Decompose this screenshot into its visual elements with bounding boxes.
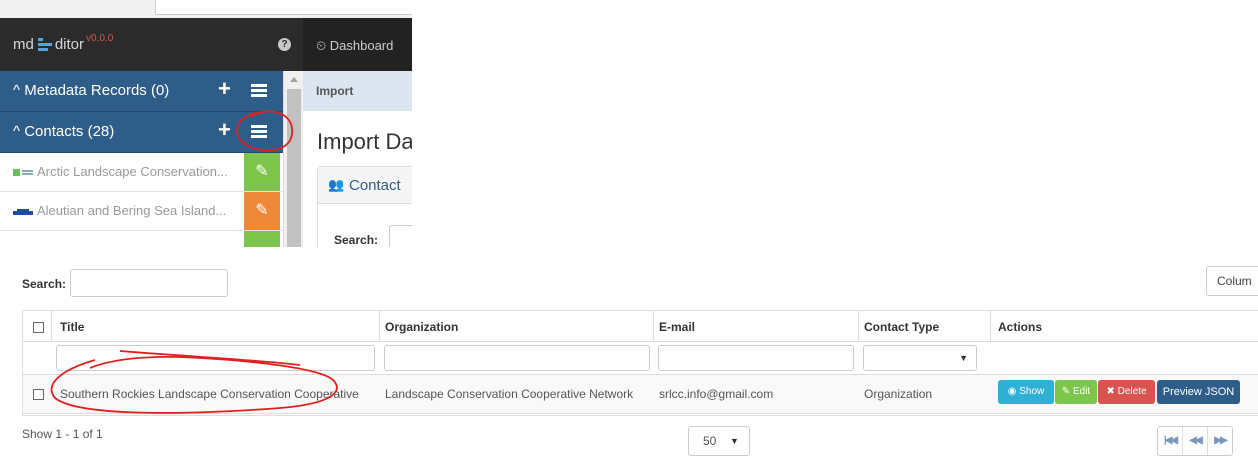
main-content: ⏲ Dashboard Import Import Da 👥 Contact S… bbox=[303, 18, 412, 247]
cell-title: Southern Rockies Landscape Conservation … bbox=[60, 387, 359, 401]
logo-bars-icon bbox=[37, 38, 52, 51]
logo-suffix: ditor bbox=[54, 36, 85, 53]
edit-button[interactable]: ✎ Edit bbox=[1055, 380, 1097, 404]
scroll-up-arrow-icon[interactable] bbox=[290, 77, 298, 82]
edit-pencil-icon[interactable]: ✎ bbox=[244, 153, 280, 191]
section-label: ^ Contacts (28) bbox=[13, 123, 115, 140]
email-filter-input[interactable] bbox=[658, 345, 854, 371]
chevron-up-icon: ^ bbox=[13, 82, 21, 99]
table-search-input[interactable] bbox=[70, 269, 228, 297]
users-icon: 👥 bbox=[328, 177, 345, 192]
contact-thumbnail-icon bbox=[13, 209, 33, 215]
dashboard-gauge-icon: ⏲ bbox=[316, 38, 327, 53]
table-header-row: Title Organization E-mail Contact Type A… bbox=[23, 311, 1258, 342]
preview-json-button[interactable]: Preview JSON bbox=[1157, 380, 1240, 404]
help-icon[interactable]: ? bbox=[278, 38, 291, 51]
address-bar[interactable] bbox=[155, 0, 412, 15]
sidebar-section-contacts[interactable]: ^ Contacts (28) + bbox=[0, 112, 283, 153]
app-logo[interactable]: md ditor v0.0.0 bbox=[13, 33, 114, 53]
breadcrumb-item[interactable]: Import bbox=[316, 84, 353, 98]
column-header-organization[interactable]: Organization bbox=[385, 320, 458, 334]
page-size-select[interactable]: 50 ▼ bbox=[688, 426, 750, 456]
contacts-panel: 👥 Contact Search: bbox=[317, 166, 412, 247]
column-header-email[interactable]: E-mail bbox=[659, 320, 695, 334]
top-screenshot-crop: md ditor v0.0.0 ? ^ Metadata Records (0)… bbox=[0, 0, 412, 247]
bottom-screenshot-crop: Search: Colum Title Organization E-mail … bbox=[0, 262, 1258, 459]
pagination-controls: |◀◀ ◀◀ ▶▶ bbox=[1157, 426, 1233, 456]
chevron-down-icon: ▼ bbox=[730, 436, 739, 446]
row-checkbox[interactable] bbox=[33, 389, 44, 400]
eye-icon: ◉ bbox=[1007, 386, 1017, 397]
logo-prefix: md bbox=[13, 36, 34, 53]
sidebar-contact-item[interactable]: Arctic Landscape Conservation... ✎ bbox=[0, 153, 283, 192]
column-header-contact-type[interactable]: Contact Type bbox=[864, 320, 939, 334]
table-filter-row: ▼ bbox=[23, 342, 1258, 375]
chevron-down-icon: ▼ bbox=[959, 353, 968, 363]
browser-toolbar bbox=[0, 0, 412, 19]
panel-heading: 👥 Contact bbox=[318, 167, 412, 204]
page-size-value: 50 bbox=[703, 434, 717, 448]
table-row[interactable]: Southern Rockies Landscape Conservation … bbox=[23, 375, 1258, 414]
pagination-info: Show 1 - 1 of 1 bbox=[22, 427, 103, 441]
page-title: Import Da bbox=[317, 129, 412, 154]
search-input[interactable] bbox=[389, 225, 412, 247]
close-icon: ✖ bbox=[1106, 386, 1115, 397]
list-contacts-button[interactable] bbox=[235, 115, 267, 147]
contact-label: Aleutian and Bering Sea Island... bbox=[37, 203, 227, 218]
nav-dashboard-link[interactable]: ⏲ Dashboard bbox=[316, 38, 393, 54]
select-all-checkbox[interactable] bbox=[33, 322, 44, 333]
contacts-table: Title Organization E-mail Contact Type A… bbox=[22, 310, 1258, 416]
organization-filter-input[interactable] bbox=[384, 345, 650, 371]
sidebar: md ditor v0.0.0 ? ^ Metadata Records (0)… bbox=[0, 18, 304, 247]
list-records-button[interactable] bbox=[251, 84, 267, 99]
add-record-button[interactable]: + bbox=[218, 78, 231, 100]
sidebar-section-metadata-records[interactable]: ^ Metadata Records (0) + bbox=[0, 71, 283, 112]
app-version: v0.0.0 bbox=[86, 33, 114, 44]
next-page-icon[interactable]: ▶▶ bbox=[1208, 427, 1232, 455]
sidebar-header: md ditor v0.0.0 ? bbox=[0, 18, 303, 71]
column-header-title[interactable]: Title bbox=[60, 320, 84, 334]
table-search-label: Search: bbox=[22, 277, 67, 291]
contact-type-filter-select[interactable]: ▼ bbox=[863, 345, 977, 371]
title-filter-input[interactable] bbox=[56, 345, 375, 371]
breadcrumb: Import bbox=[303, 71, 412, 111]
first-page-icon[interactable]: |◀◀ bbox=[1158, 427, 1183, 455]
cell-organization: Landscape Conservation Cooperative Netwo… bbox=[385, 387, 634, 401]
search-label: Search: bbox=[334, 233, 379, 247]
sidebar-contact-item[interactable]: Aleutian and Bering Sea Island... ✎ bbox=[0, 192, 283, 231]
top-navbar: ⏲ Dashboard bbox=[303, 18, 412, 71]
chevron-up-icon: ^ bbox=[13, 123, 21, 140]
panel-title: Contact bbox=[349, 177, 401, 194]
sidebar-scrollbar[interactable] bbox=[283, 71, 304, 247]
columns-button[interactable]: Colum bbox=[1206, 266, 1258, 296]
scroll-thumb[interactable] bbox=[287, 89, 301, 247]
pencil-icon: ✎ bbox=[1061, 386, 1071, 397]
column-header-actions: Actions bbox=[998, 320, 1043, 334]
delete-button[interactable]: ✖ Delete bbox=[1098, 380, 1155, 404]
previous-page-icon[interactable]: ◀◀ bbox=[1183, 427, 1208, 455]
section-label: ^ Metadata Records (0) bbox=[13, 82, 170, 99]
cell-email: srlcc.info@gmail.com bbox=[659, 387, 774, 401]
sidebar-contact-item[interactable] bbox=[0, 231, 283, 247]
add-contact-button[interactable]: + bbox=[218, 119, 231, 141]
edit-pencil-icon[interactable] bbox=[244, 231, 280, 247]
show-button[interactable]: ◉ Show bbox=[998, 380, 1054, 404]
contact-thumbnail-icon bbox=[13, 169, 33, 176]
contact-label: Arctic Landscape Conservation... bbox=[37, 164, 228, 179]
cell-contact-type: Organization bbox=[864, 387, 933, 401]
edit-pencil-icon[interactable]: ✎ bbox=[244, 192, 280, 230]
